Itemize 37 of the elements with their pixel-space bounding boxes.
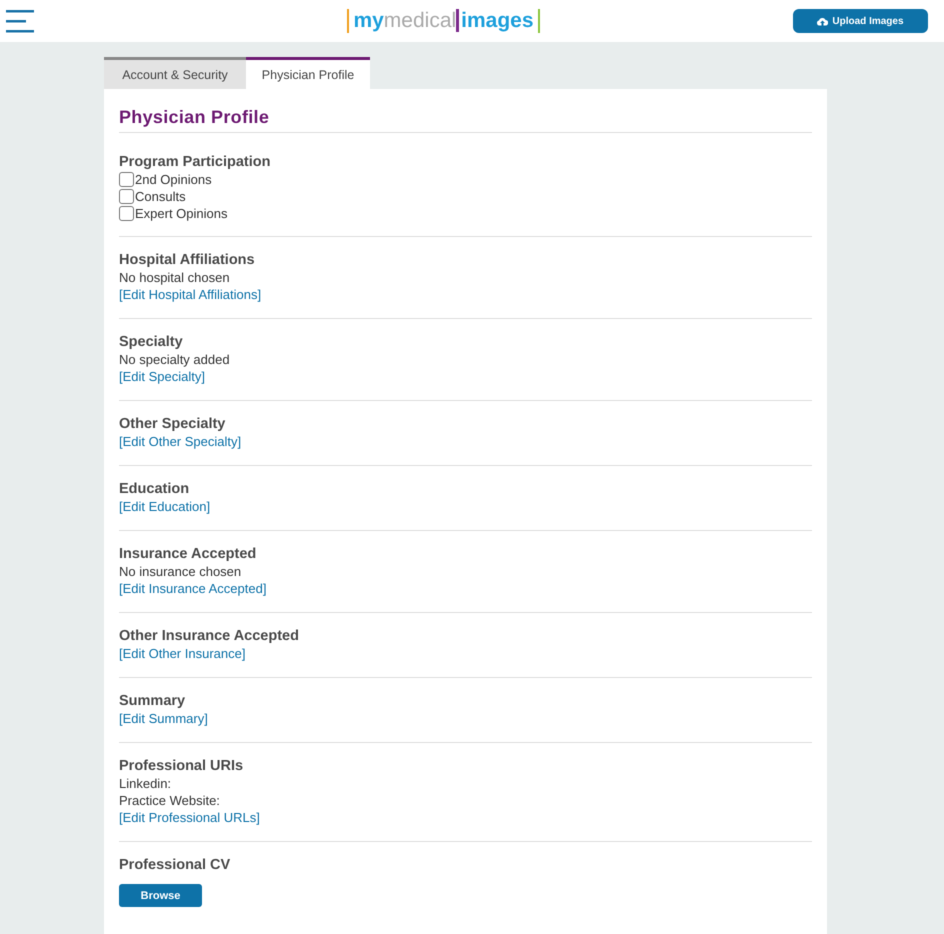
edit-link[interactable]: [Edit Hospital Affiliations]: [119, 286, 262, 303]
checkbox-label[interactable]: Expert Opinions: [135, 205, 228, 222]
logo[interactable]: mymedical images: [347, 9, 540, 33]
edit-link[interactable]: [Edit Other Insurance]: [119, 645, 246, 662]
section-title: Hospital Affiliations: [119, 251, 256, 269]
edit-link[interactable]: [Edit Insurance Accepted]: [119, 580, 266, 597]
browse-button[interactable]: Browse: [119, 884, 202, 907]
checkbox[interactable]: [119, 172, 134, 187]
cloud-upload-icon: [817, 16, 828, 26]
checkbox[interactable]: [119, 189, 134, 204]
section-title: Summary: [119, 692, 186, 710]
section-title: Professional URIs: [119, 757, 244, 775]
checkbox-label[interactable]: Consults: [135, 188, 186, 205]
section-text: No hospital chosen: [119, 269, 231, 286]
edit-link[interactable]: [Edit Education]: [119, 498, 210, 515]
section-text: Practice Website:: [119, 792, 221, 809]
section-title: Professional CV: [119, 856, 232, 874]
menu-icon[interactable]: [6, 9, 34, 33]
edit-link[interactable]: [Edit Specialty]: [119, 368, 205, 385]
edit-link[interactable]: [Edit Professional URLs]: [119, 809, 260, 826]
checkbox[interactable]: [119, 206, 134, 221]
edit-link[interactable]: [Edit Other Specialty]: [119, 433, 242, 450]
tab[interactable]: Physician Profile: [246, 57, 370, 89]
tab[interactable]: Account & Security: [104, 57, 246, 89]
section-text: No specialty added: [119, 351, 231, 368]
checkbox-label[interactable]: 2nd Opinions: [135, 171, 212, 188]
section-title: Program Participation: [119, 153, 272, 171]
section-text: No insurance chosen: [119, 563, 242, 580]
page-title: Physician Profile: [119, 89, 812, 133]
section-text: Linkedin:: [119, 775, 172, 792]
section-title: Insurance Accepted: [119, 545, 258, 563]
section-title: Other Specialty: [119, 415, 226, 433]
section-title: Specialty: [119, 333, 184, 351]
section-title: Other Insurance Accepted: [119, 627, 300, 645]
upload-button[interactable]: Upload Images: [792, 9, 928, 33]
section-title: Education: [119, 480, 190, 498]
edit-link[interactable]: [Edit Summary]: [119, 710, 208, 727]
